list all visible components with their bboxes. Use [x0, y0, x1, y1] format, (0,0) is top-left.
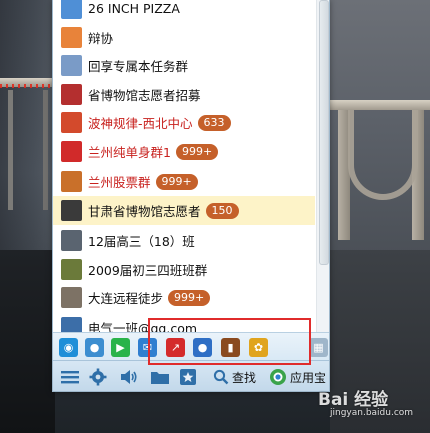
watermark-logo: Bai 经验 [318, 385, 413, 410]
cliff [0, 250, 55, 433]
contact-name: 12届高三（18）班 [88, 234, 195, 249]
contact-name: 兰州股票群 [88, 175, 151, 190]
bookmark-icon[interactable] [179, 368, 197, 386]
contact-name: 兰州纯单身群1 [88, 145, 171, 160]
group-avatar-icon [61, 287, 82, 308]
bridge-deck [330, 100, 430, 110]
more-apps-grid-icon[interactable]: ▦ [309, 338, 328, 357]
folder-icon[interactable] [150, 368, 170, 386]
search-button[interactable]: 查找 [213, 368, 256, 386]
mail-icon[interactable]: ✉ [138, 338, 157, 357]
qq-main-panel: 26 INCH PIZZA 辩协 回享专属本任务群 省博物馆志愿者招募 波神规律-西北中… [52, 0, 330, 392]
desktop-background-left [0, 0, 55, 433]
contact-list[interactable]: 26 INCH PIZZA 辩协 回享专属本任务群 省博物馆志愿者招募 波神规律-西北中… [53, 0, 315, 332]
contact-row[interactable]: 省博物馆志愿者招募 [53, 80, 315, 109]
group-avatar-icon [61, 317, 82, 332]
app-store-icon [270, 369, 286, 385]
contact-name: 2009届初三四班班群 [88, 263, 208, 278]
group-avatar-icon [61, 141, 82, 162]
play-icon[interactable]: ▶ [111, 338, 130, 357]
scrollbar-thumb[interactable] [319, 0, 329, 265]
contact-name: 大连远程徒步 [88, 291, 164, 306]
speaker-icon[interactable] [119, 368, 139, 386]
qzone-icon[interactable]: ◉ [59, 338, 78, 357]
gear-icon[interactable] [89, 368, 107, 386]
group-avatar-icon [61, 112, 82, 133]
book-icon[interactable]: ▮ [221, 338, 240, 357]
desktop-background-right [330, 0, 430, 433]
menu-icon[interactable] [61, 368, 79, 386]
contact-name: 波神规律-西北中心 [88, 116, 193, 131]
app-store-button[interactable]: 应用宝 [269, 368, 326, 386]
group-avatar-icon [61, 230, 82, 251]
group-avatar-icon [61, 259, 82, 280]
bridge-arch [348, 110, 418, 200]
bottom-toolbar: 查找 应用宝 [53, 360, 329, 391]
watermark-url: jingyan.baidu.com [330, 408, 414, 418]
microphone-icon[interactable]: ● [193, 338, 212, 357]
unread-count-badge: 999+ [155, 173, 198, 190]
stock-chart-icon[interactable]: ↗ [166, 338, 185, 357]
pet-icon[interactable]: ✿ [249, 338, 268, 357]
contact-name: 回享专属本任务群 [88, 59, 189, 74]
contact-name: 省博物馆志愿者招募 [88, 88, 201, 103]
scrollbar[interactable] [316, 0, 329, 332]
contact-row[interactable]: 回享专属本任务群 [53, 51, 315, 80]
contact-row[interactable]: 大连远程徒步 999+ [53, 283, 315, 312]
contact-row[interactable]: 12届高三（18）班 [53, 226, 315, 255]
contact-row[interactable]: 兰州纯单身群1 999+ [53, 137, 315, 166]
contact-row[interactable]: 电气一班@qq.com [53, 313, 315, 332]
qq-video-icon[interactable]: ● [85, 338, 104, 357]
bridge-lights [0, 84, 55, 88]
app-store-label: 应用宝 [290, 370, 327, 385]
watermark-text: Bai 经验 [318, 390, 389, 410]
contact-row[interactable]: 波神规律-西北中心 633 [53, 108, 315, 137]
baidu-jingyan-watermark: Bai 经验 jingyan.baidu.com [318, 385, 413, 418]
contact-row[interactable]: 2009届初三四班班群 [53, 255, 315, 284]
contact-name: 辩协 [88, 31, 114, 46]
unread-count-badge: 999+ [175, 143, 219, 160]
group-avatar-icon [61, 171, 82, 192]
contact-row[interactable]: 26 INCH PIZZA [53, 0, 315, 23]
search-icon [213, 369, 229, 385]
contact-name: 电气一班@qq.com [88, 321, 198, 332]
bridge-arch [8, 90, 48, 210]
unread-count-badge: 150 [205, 202, 239, 219]
group-avatar-icon [61, 27, 82, 48]
contact-row[interactable]: 甘肃省博物馆志愿者 150 [53, 196, 315, 225]
search-label: 查找 [232, 370, 257, 385]
group-avatar-icon [61, 84, 82, 105]
contact-row[interactable]: 辩协 [53, 23, 315, 52]
contact-name: 26 INCH PIZZA [88, 1, 180, 16]
contact-name: 甘肃省博物馆志愿者 [88, 204, 201, 219]
group-avatar-icon [61, 200, 82, 221]
user-avatar-icon [61, 0, 82, 19]
contact-row[interactable]: 兰州股票群 999+ [53, 167, 315, 196]
group-avatar-icon [61, 55, 82, 76]
unread-count-badge: 999+ [168, 289, 211, 306]
unread-count-badge: 633 [197, 114, 231, 131]
app-icon-bar: ◉ ● ▶ ✉ ↗ ● ▮ ✿ ▦ [53, 332, 329, 360]
